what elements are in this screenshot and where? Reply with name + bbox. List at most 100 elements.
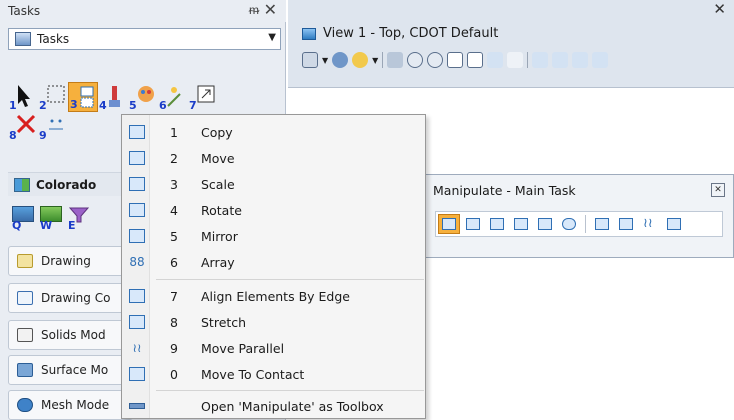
toolbox-move-parallel-button[interactable]: ≀≀	[639, 214, 661, 234]
toolbox-mirror-button[interactable]	[534, 214, 556, 234]
chevron-down-icon[interactable]: ▼	[372, 56, 378, 65]
copy-view-icon[interactable]	[572, 52, 589, 68]
dimension-tool[interactable]: 9	[38, 112, 68, 142]
view-next-icon[interactable]	[552, 52, 569, 68]
view-more-icon[interactable]	[592, 52, 609, 68]
category-surface-modeling[interactable]: Surface Mo	[8, 355, 133, 385]
toolbox-move-button[interactable]	[462, 214, 484, 234]
menu-item-copy[interactable]: 1 Copy	[122, 119, 425, 145]
zoom-extents-tool[interactable]: 7	[188, 82, 218, 112]
menu-item-align-elements-by-edge[interactable]: 7 Align Elements By Edge	[122, 283, 425, 309]
move-parallel-icon: ≀≀	[643, 216, 653, 231]
tasks-dropdown-value: Tasks	[37, 32, 70, 46]
window-area-icon[interactable]	[447, 52, 464, 68]
zoom-in-icon[interactable]	[407, 52, 424, 68]
pin-icon[interactable]: ᵯ	[249, 3, 259, 17]
close-icon[interactable]: ✕	[264, 1, 277, 19]
view-previous-icon[interactable]	[532, 52, 549, 68]
toolbox-align-edge-button[interactable]	[591, 214, 613, 234]
menu-label: Stretch	[201, 314, 247, 330]
attributes-tool[interactable]: 5	[128, 82, 158, 112]
category-solids-modeling[interactable]: Solids Mod	[8, 320, 133, 350]
toolbox-scale-button[interactable]	[486, 214, 508, 234]
menu-item-mirror[interactable]: 5 Mirror	[122, 223, 425, 249]
toolbox-rotate-button[interactable]	[510, 214, 532, 234]
quick-task-w[interactable]: W	[40, 206, 64, 232]
menu-label: Open 'Manipulate' as Toolbox	[201, 398, 384, 414]
tool-number: 5	[129, 99, 137, 112]
move-icon	[466, 218, 480, 230]
category-mesh-modeling[interactable]: Mesh Mode	[8, 390, 133, 420]
menu-label: Array	[201, 254, 235, 270]
surface-icon	[17, 363, 33, 377]
tool-number: 6	[159, 99, 167, 112]
toolbox-stretch-button[interactable]	[615, 214, 637, 234]
colorado-section-header[interactable]: Colorado	[8, 172, 133, 196]
manipulate-context-menu: 1 Copy 2 Move 3 Scale 4 Rotate 5 Mirror …	[121, 114, 426, 419]
drawing-icon	[17, 254, 33, 268]
menu-label: Align Elements By Edge	[201, 288, 350, 304]
tool-number: 4	[99, 99, 107, 112]
category-label: Solids Mod	[41, 328, 106, 342]
toolbox-separator	[585, 215, 586, 233]
display-style-icon[interactable]	[332, 52, 349, 68]
element-selection-tool[interactable]: 1	[8, 82, 38, 112]
fence-tool[interactable]: 2	[38, 82, 68, 112]
menu-item-open-as-toolbox[interactable]: Open 'Manipulate' as Toolbox	[122, 393, 425, 419]
menu-item-array[interactable]: 88 6 Array	[122, 249, 425, 275]
manipulate-tool[interactable]: 3	[68, 82, 98, 112]
view-toolbar: ▼ ▼	[302, 52, 609, 68]
move-to-contact-icon	[667, 218, 681, 230]
menu-shortcut: 4	[170, 202, 178, 218]
copy-icon	[442, 218, 456, 230]
fit-view-icon[interactable]	[467, 52, 484, 68]
section-header-label: Colorado	[36, 177, 97, 192]
update-view-icon[interactable]	[387, 52, 404, 68]
menu-shortcut: 9	[170, 340, 178, 356]
menu-item-move[interactable]: 2 Move	[122, 145, 425, 171]
manipulate-toolbox: Manipulate - Main Task ✕ ≀≀	[424, 174, 734, 258]
align-edge-icon	[595, 218, 609, 230]
view-titlebar: View 1 - Top, CDOT Default ✕ ▼ ▼	[288, 0, 734, 88]
menu-shortcut: 3	[170, 176, 178, 192]
delete-tool[interactable]: 8	[8, 112, 38, 142]
view-title: View 1 - Top, CDOT Default	[323, 26, 499, 41]
menu-label: Mirror	[201, 228, 238, 244]
chevron-down-icon[interactable]: ▼	[322, 56, 328, 65]
measure-tool[interactable]: 6	[158, 82, 188, 112]
menu-item-rotate[interactable]: 4 Rotate	[122, 197, 425, 223]
quick-task-q[interactable]: Q	[12, 206, 36, 232]
close-icon[interactable]: ✕	[711, 183, 725, 197]
menu-item-move-parallel[interactable]: ≀≀ 9 Move Parallel	[122, 335, 425, 361]
toolbox-move-to-contact-button[interactable]	[663, 214, 685, 234]
zoom-out-icon[interactable]	[427, 52, 444, 68]
category-drawing[interactable]: Drawing	[8, 246, 133, 276]
menu-item-scale[interactable]: 3 Scale	[122, 171, 425, 197]
menu-item-move-to-contact[interactable]: 0 Move To Contact	[122, 361, 425, 387]
toolbox-title: Manipulate - Main Task	[433, 183, 576, 198]
rotate-view-icon[interactable]	[487, 52, 504, 68]
quick-task-e[interactable]: E	[68, 206, 92, 232]
rotate-icon	[514, 218, 528, 230]
modify-tool[interactable]: 4	[98, 82, 128, 112]
solids-icon	[17, 328, 33, 342]
chevron-down-icon[interactable]: ▼	[268, 32, 276, 43]
toolbox-array-button[interactable]	[558, 214, 580, 234]
toolbar-separator	[382, 52, 384, 68]
pan-view-icon[interactable]	[507, 52, 524, 68]
category-label: Drawing	[41, 254, 91, 268]
map-icon	[14, 177, 30, 192]
mirror-icon	[538, 218, 552, 230]
tool-number: 1	[9, 99, 17, 112]
tasks-dropdown[interactable]: Tasks ▼	[8, 28, 281, 50]
stretch-icon	[619, 218, 633, 230]
menu-label: Move To Contact	[201, 366, 305, 382]
close-icon[interactable]: ✕	[713, 0, 726, 18]
lighting-icon[interactable]	[352, 52, 369, 68]
menu-item-stretch[interactable]: 8 Stretch	[122, 309, 425, 335]
view-icon	[302, 27, 316, 40]
view-attributes-icon[interactable]	[302, 52, 318, 68]
move-icon	[129, 151, 145, 165]
toolbox-copy-button[interactable]	[438, 214, 460, 234]
category-drawing-composition[interactable]: Drawing Co	[8, 283, 133, 313]
